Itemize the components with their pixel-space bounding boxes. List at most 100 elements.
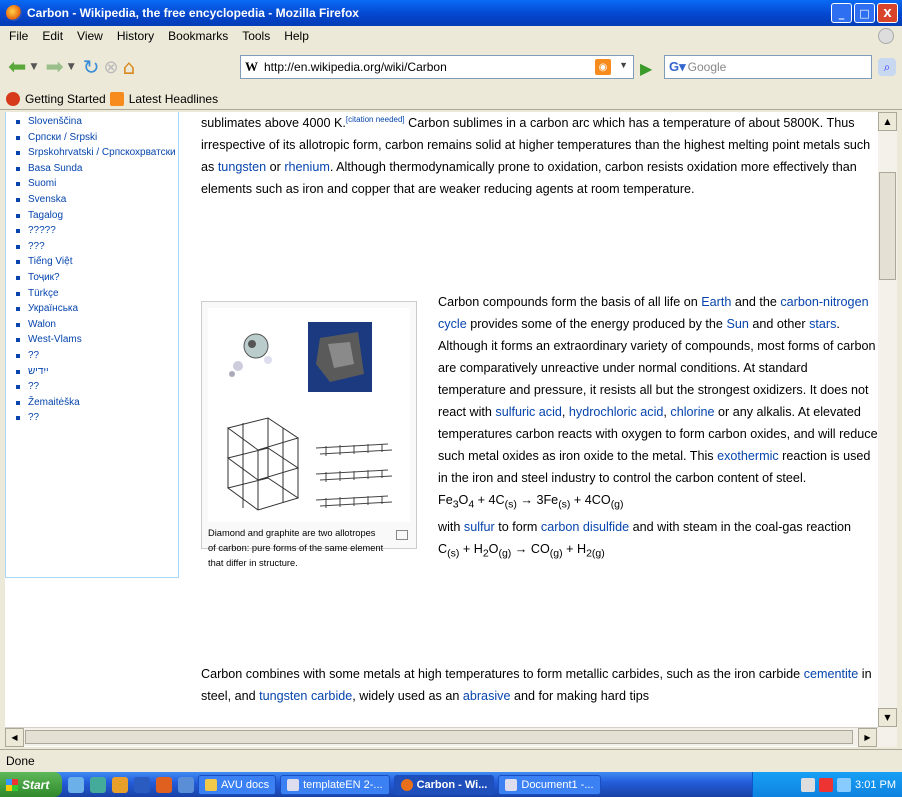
menu-edit[interactable]: Edit (35, 29, 70, 43)
horizontal-scrollbar[interactable]: ◀ ▶ (5, 727, 878, 747)
language-link[interactable]: ?? (16, 410, 178, 426)
bookmark-latest-headlines[interactable]: Latest Headlines (109, 91, 218, 106)
language-label: Slovenščina (28, 116, 82, 127)
scroll-down-icon[interactable]: ▼ (878, 708, 897, 727)
language-link[interactable]: West-Vlams (16, 332, 178, 348)
language-link[interactable]: Basa Sunda (16, 161, 178, 177)
forward-arrow-icon[interactable]: ➡ (45, 55, 63, 80)
home-icon[interactable]: ⌂ (123, 55, 136, 79)
link-sulfur[interactable]: sulfur (464, 520, 495, 534)
url-bar[interactable]: W http://en.wikipedia.org/wiki/Carbon ◉ … (240, 55, 634, 79)
bookmark-getting-started[interactable]: Getting Started (6, 91, 106, 106)
quicklaunch-media-icon[interactable] (178, 776, 194, 793)
language-sidebar: Slovenščina Српски / Srpski Srpskohrvatski… (5, 112, 179, 578)
quicklaunch-desktop-icon[interactable] (68, 776, 84, 793)
language-link[interactable]: Svenska (16, 192, 178, 208)
language-link[interactable]: Slovenščina (16, 114, 178, 130)
bullet-icon (16, 385, 20, 390)
task-document1[interactable]: Document1 -... (498, 774, 601, 795)
menu-tools[interactable]: Tools (235, 29, 277, 43)
language-label: Tiếng Việt (28, 256, 73, 268)
close-button[interactable]: X (877, 3, 898, 23)
link-sun[interactable]: Sun (726, 317, 748, 331)
link-rhenium[interactable]: rhenium (284, 160, 330, 174)
search-box[interactable]: G▾ Google (664, 55, 872, 79)
scroll-left-icon[interactable]: ◀ (5, 728, 24, 747)
menu-history[interactable]: History (110, 29, 161, 43)
back-arrow-icon[interactable]: ⬅ (8, 55, 26, 80)
link-earth[interactable]: Earth (701, 295, 731, 309)
link-tungsten-carbide[interactable]: tungsten carbide (259, 689, 352, 703)
network-icon[interactable] (801, 777, 816, 792)
link-hydrochloric-acid[interactable]: hydrochloric acid (569, 405, 664, 419)
quicklaunch-browser-icon[interactable] (112, 776, 128, 793)
language-link[interactable]: Walon (16, 317, 178, 333)
maximize-button[interactable]: □ (854, 3, 875, 23)
antivirus-icon[interactable] (819, 777, 834, 792)
menu-view[interactable]: View (70, 29, 110, 43)
language-link[interactable]: Tagalog (16, 208, 178, 224)
language-label: West-Vlams (28, 334, 82, 346)
back-dropdown-icon[interactable]: ▼ (30, 62, 37, 72)
link-exothermic[interactable]: exothermic (717, 449, 779, 463)
google-engine-icon[interactable]: G▾ (669, 59, 686, 75)
text: and for making hard tips (510, 689, 650, 703)
hscroll-thumb[interactable] (25, 730, 853, 744)
language-link[interactable]: Žemaitėška (16, 395, 178, 411)
language-link[interactable]: Türkçe (16, 286, 178, 302)
url-text[interactable]: http://en.wikipedia.org/wiki/Carbon (264, 60, 447, 74)
scroll-thumb[interactable] (879, 172, 896, 280)
language-label: ?? (28, 412, 40, 424)
rss-feed-icon[interactable]: ◉ (595, 59, 611, 75)
diamond-graphite-image[interactable] (208, 308, 410, 522)
link-stars[interactable]: stars (809, 317, 836, 331)
language-label: ?? (28, 349, 40, 361)
language-link[interactable]: Српски / Srpski (16, 130, 178, 146)
forward-dropdown-icon[interactable]: ▼ (68, 62, 75, 72)
link-abrasive[interactable]: abrasive (463, 689, 511, 703)
quicklaunch-messenger-icon[interactable] (90, 776, 106, 793)
scroll-right-icon[interactable]: ▶ (858, 728, 877, 747)
bullet-icon (16, 213, 20, 218)
task-carbon-firefox[interactable]: Carbon - Wi... (393, 774, 495, 795)
url-dropdown-icon[interactable]: ▼ (619, 60, 628, 70)
language-label: ??? (28, 240, 45, 252)
stop-icon[interactable]: ⊗ (103, 57, 118, 78)
link-chlorine[interactable]: chlorine (670, 405, 714, 419)
language-link[interactable]: ?? (16, 379, 178, 395)
language-link[interactable]: ??? (16, 239, 178, 255)
enlarge-icon[interactable] (396, 530, 408, 540)
quicklaunch-firefox-icon[interactable] (156, 776, 172, 793)
bullet-icon (16, 120, 20, 124)
link-cementite[interactable]: cementite (804, 667, 859, 681)
citation-needed-link[interactable]: [citation needed] (346, 115, 405, 124)
language-link[interactable]: Тоҷик? (16, 270, 178, 286)
reload-icon[interactable]: ↻ (83, 55, 100, 79)
language-link[interactable]: Srpskohrvatski / Српскохрватски (16, 145, 178, 161)
start-button[interactable]: Start (0, 772, 62, 797)
link-tungsten[interactable]: tungsten (218, 160, 266, 174)
task-avu-docs[interactable]: AVU docs (198, 774, 277, 795)
menu-file[interactable]: File (2, 29, 35, 43)
task-template[interactable]: templateEN 2-... (280, 774, 390, 795)
language-link[interactable]: Suomi (16, 176, 178, 192)
quicklaunch-word-icon[interactable] (134, 776, 150, 793)
vertical-scrollbar[interactable]: ▲ ▼ (878, 112, 897, 747)
volume-icon[interactable] (837, 777, 852, 792)
task-label: Carbon - Wi... (416, 778, 488, 791)
diamond-crystal-icon (229, 333, 272, 377)
language-link[interactable]: Українська (16, 301, 178, 317)
language-link[interactable]: ?? (16, 348, 178, 364)
go-arrow-icon[interactable]: ▶ (640, 59, 652, 78)
language-link[interactable]: Tiếng Việt (16, 254, 178, 270)
scroll-up-icon[interactable]: ▲ (878, 112, 897, 131)
language-link[interactable]: ייִדיש (16, 364, 178, 380)
menu-help[interactable]: Help (277, 29, 316, 43)
minimize-button[interactable]: _ (831, 3, 852, 23)
language-link[interactable]: ????? (16, 223, 178, 239)
link-carbon-disulfide[interactable]: carbon disulfide (541, 520, 629, 534)
search-icon[interactable]: ⌕ (878, 58, 896, 76)
link-sulfuric-acid[interactable]: sulfuric acid (495, 405, 562, 419)
folder-icon (205, 778, 217, 791)
menu-bookmarks[interactable]: Bookmarks (161, 29, 235, 43)
